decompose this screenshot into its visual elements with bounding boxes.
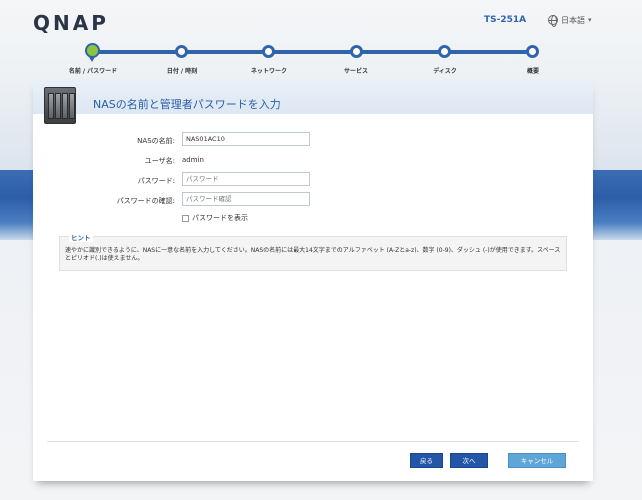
wizard-panel: NASの名前と管理者パスワードを入力 NASの名前: ユーザ名: admin パ… — [33, 79, 593, 481]
nas-name-input[interactable] — [182, 132, 310, 146]
next-button[interactable]: 次へ — [450, 453, 488, 468]
step-2-node — [175, 45, 188, 58]
qnap-logo: QNAP — [33, 11, 109, 35]
current-step-pointer-icon — [89, 57, 96, 63]
language-selector[interactable]: 日本語 ▾ — [548, 13, 592, 27]
password-confirm-input[interactable] — [182, 192, 310, 206]
step-5-node — [438, 45, 451, 58]
step-4-node — [350, 45, 363, 58]
language-label: 日本語 — [561, 15, 585, 25]
step-4-label: サービス — [343, 68, 369, 75]
show-password-label[interactable]: パスワードを表示 — [192, 213, 248, 223]
step-6-node — [526, 45, 539, 58]
panel-title: NASの名前と管理者パスワードを入力 — [93, 98, 281, 111]
nas-device-icon — [44, 87, 76, 124]
chevron-down-icon: ▾ — [588, 16, 592, 24]
username-value: admin — [182, 156, 204, 164]
step-3-label: ネットワーク — [250, 68, 288, 75]
cancel-button[interactable]: キャンセル — [508, 453, 566, 468]
password-confirm-label: パスワードの確認: — [116, 197, 175, 205]
hint-text: 速やかに識別できるように、NASに一意な名前を入力してください。NASの名前には… — [65, 247, 561, 262]
globe-icon — [548, 15, 558, 27]
step-1-node — [85, 43, 100, 58]
step-6-label: 概要 — [526, 68, 540, 75]
password-label: パスワード: — [137, 177, 175, 185]
steps-progress-line — [92, 50, 532, 54]
step-5-label: ディスク — [433, 68, 457, 75]
username-label: ユーザ名: — [144, 157, 175, 165]
nas-name-label: NASの名前: — [137, 137, 175, 145]
step-3-node — [262, 45, 275, 58]
hint-title: ヒント — [69, 232, 93, 242]
footer-divider — [47, 441, 579, 442]
back-button[interactable]: 戻る — [410, 453, 443, 468]
step-2-label: 日付 / 時刻 — [166, 68, 198, 75]
password-input[interactable] — [182, 172, 310, 186]
model-name: TS-251A — [484, 15, 527, 25]
step-1-label: 名前 / パスワード — [68, 68, 118, 75]
show-password-checkbox[interactable] — [182, 215, 189, 222]
